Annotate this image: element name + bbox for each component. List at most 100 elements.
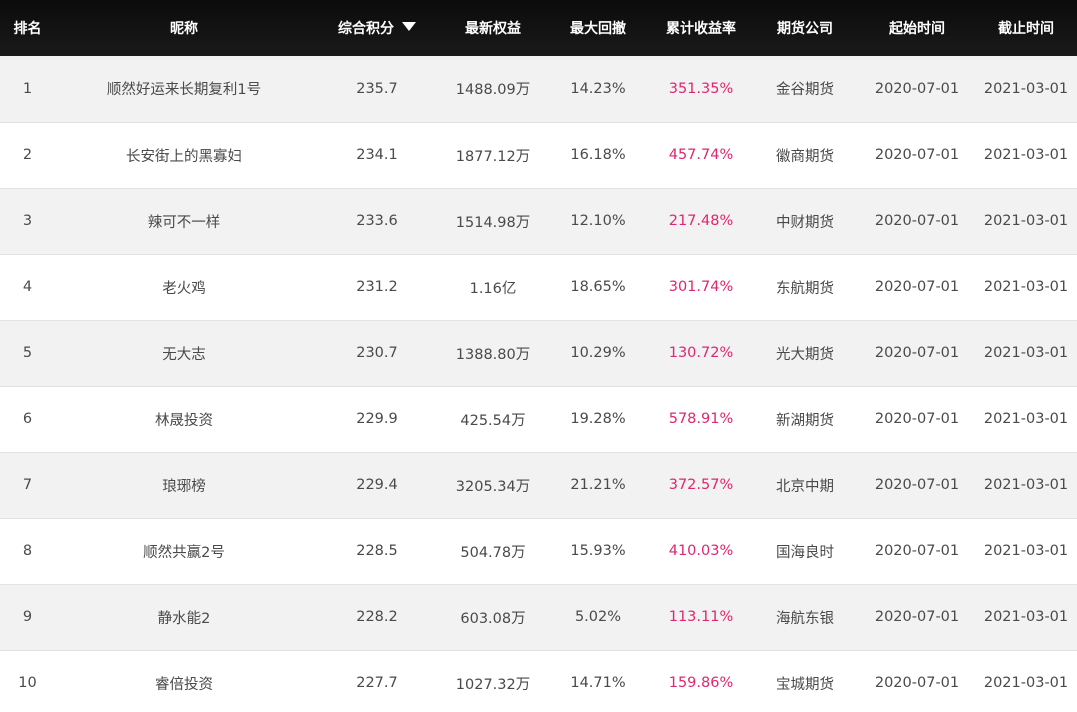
cell-company: 宝城期货: [776, 676, 834, 693]
cell-equity: 504.78万: [460, 544, 526, 561]
cell-nickname[interactable]: 顺然好运来长期复利1号: [55, 56, 313, 122]
table-row[interactable]: 3 辣可不一样 233.6 1514.98万 12.10% 217.48% 中财期货 2020…: [0, 188, 1077, 254]
cell-end: 2021-03-01: [983, 80, 1069, 97]
header-return[interactable]: 累计收益率: [651, 0, 751, 56]
cell-rank: 5: [22, 345, 33, 361]
ranking-table: 排名 昵称 综合积分 最新权益 最大回撤 累计收益率 期货公司 起始时间 截止时…: [0, 0, 1077, 712]
cell-equity: 1488.09万: [455, 82, 531, 99]
cell-company: 东航期货: [776, 280, 834, 297]
cell-end: 2021-03-01: [983, 213, 1069, 229]
header-rank[interactable]: 排名: [0, 0, 55, 56]
cell-company: 金谷期货: [776, 82, 834, 99]
cell-end: 2021-03-01: [983, 279, 1069, 295]
cell-score: 235.7: [356, 80, 398, 97]
cell-nickname[interactable]: 无大志: [55, 320, 313, 386]
cell-drawdown: 21.21%: [570, 477, 626, 493]
cell-return: 457.74%: [668, 147, 734, 163]
cell-equity: 1.16亿: [469, 280, 517, 297]
cell-equity: 603.08万: [460, 610, 526, 627]
cell-equity: 1027.32万: [455, 676, 531, 693]
header-company[interactable]: 期货公司: [751, 0, 859, 56]
cell-start: 2020-07-01: [874, 543, 960, 559]
table-header: 排名 昵称 综合积分 最新权益 最大回撤 累计收益率 期货公司 起始时间 截止时…: [0, 0, 1077, 56]
cell-drawdown: 19.28%: [570, 411, 626, 427]
cell-equity: 1514.98万: [455, 214, 531, 231]
header-score[interactable]: 综合积分: [313, 0, 441, 56]
cell-company: 中财期货: [776, 214, 834, 231]
table-row[interactable]: 2 长安街上的黑寡妇 234.1 1877.12万 16.18% 457.74% 徽商期货 2…: [0, 122, 1077, 188]
cell-equity: 425.54万: [460, 412, 526, 429]
cell-return: 578.91%: [668, 411, 734, 427]
cell-nickname[interactable]: 静水能2: [55, 584, 313, 650]
cell-score: 228.2: [356, 609, 398, 625]
cell-rank: 8: [22, 543, 33, 559]
header-start[interactable]: 起始时间: [859, 0, 975, 56]
cell-drawdown: 12.10%: [570, 213, 626, 229]
cell-score: 229.4: [356, 477, 398, 493]
cell-start: 2020-07-01: [874, 675, 960, 691]
cell-equity: 3205.34万: [455, 478, 531, 495]
cell-rank: 6: [22, 411, 33, 427]
cell-nickname[interactable]: 长安街上的黑寡妇: [55, 122, 313, 188]
cell-score: 230.7: [356, 345, 398, 361]
cell-equity: 1877.12万: [455, 148, 531, 165]
table-row[interactable]: 7 琅琊榜 229.4 3205.34万 21.21% 372.57% 北京中期 2020-0…: [0, 452, 1077, 518]
cell-rank: 9: [22, 609, 33, 625]
cell-equity: 1388.80万: [455, 346, 531, 363]
table-row[interactable]: 9 静水能2 228.2 603.08万 5.02% 113.11% 海航东银 2020-07…: [0, 584, 1077, 650]
cell-rank: 7: [22, 477, 33, 493]
cell-nickname[interactable]: 睿倍投资: [55, 650, 313, 712]
caret-down-icon[interactable]: [402, 22, 416, 31]
cell-end: 2021-03-01: [983, 609, 1069, 625]
cell-company: 新湖期货: [776, 412, 834, 429]
cell-drawdown: 5.02%: [574, 609, 622, 625]
cell-score: 228.5: [356, 543, 398, 559]
cell-drawdown: 18.65%: [570, 279, 626, 295]
header-end[interactable]: 截止时间: [975, 0, 1077, 56]
cell-nickname[interactable]: 顺然共赢2号: [55, 518, 313, 584]
cell-rank: 4: [22, 279, 33, 295]
table-row[interactable]: 6 林晟投资 229.9 425.54万 19.28% 578.91% 新湖期货 2020-0…: [0, 386, 1077, 452]
cell-start: 2020-07-01: [874, 147, 960, 163]
cell-return: 351.35%: [668, 80, 734, 97]
table-row[interactable]: 8 顺然共赢2号 228.5 504.78万 15.93% 410.03% 国海良时 2020…: [0, 518, 1077, 584]
cell-nickname[interactable]: 林晟投资: [55, 386, 313, 452]
cell-end: 2021-03-01: [983, 345, 1069, 361]
cell-score: 231.2: [356, 279, 398, 295]
cell-start: 2020-07-01: [874, 609, 960, 625]
cell-company: 海航东银: [776, 610, 834, 627]
cell-start: 2020-07-01: [874, 213, 960, 229]
table-row[interactable]: 10 睿倍投资 227.7 1027.32万 14.71% 159.86% 宝城期货 2020…: [0, 650, 1077, 712]
header-drawdown[interactable]: 最大回撤: [545, 0, 651, 56]
cell-end: 2021-03-01: [983, 675, 1069, 691]
cell-nickname[interactable]: 琅琊榜: [55, 452, 313, 518]
cell-return: 301.74%: [668, 279, 734, 295]
cell-return: 159.86%: [668, 675, 734, 691]
cell-return: 113.11%: [668, 609, 734, 625]
cell-drawdown: 14.23%: [570, 80, 626, 97]
cell-end: 2021-03-01: [983, 477, 1069, 493]
cell-end: 2021-03-01: [983, 147, 1069, 163]
cell-start: 2020-07-01: [874, 80, 960, 97]
table-row[interactable]: 1 顺然好运来长期复利1号 235.7 1488.09万 14.23% 351.35% 金谷…: [0, 56, 1077, 122]
table-row[interactable]: 4 老火鸡 231.2 1.16亿 18.65% 301.74% 东航期货 2020-07-0…: [0, 254, 1077, 320]
cell-company: 北京中期: [776, 478, 834, 495]
cell-score: 227.7: [356, 675, 398, 691]
cell-drawdown: 10.29%: [570, 345, 626, 361]
cell-rank: 10: [18, 675, 37, 691]
header-nickname[interactable]: 昵称: [55, 0, 313, 56]
cell-drawdown: 14.71%: [570, 675, 626, 691]
cell-nickname[interactable]: 辣可不一样: [55, 188, 313, 254]
header-equity[interactable]: 最新权益: [441, 0, 545, 56]
cell-nickname[interactable]: 老火鸡: [55, 254, 313, 320]
cell-score: 229.9: [356, 411, 398, 427]
cell-start: 2020-07-01: [874, 279, 960, 295]
cell-start: 2020-07-01: [874, 345, 960, 361]
cell-start: 2020-07-01: [874, 477, 960, 493]
cell-return: 130.72%: [668, 345, 734, 361]
cell-return: 217.48%: [668, 213, 734, 229]
cell-start: 2020-07-01: [874, 411, 960, 427]
table-row[interactable]: 5 无大志 230.7 1388.80万 10.29% 130.72% 光大期货 2020-0…: [0, 320, 1077, 386]
cell-return: 372.57%: [668, 477, 734, 493]
cell-rank: 2: [22, 147, 33, 163]
